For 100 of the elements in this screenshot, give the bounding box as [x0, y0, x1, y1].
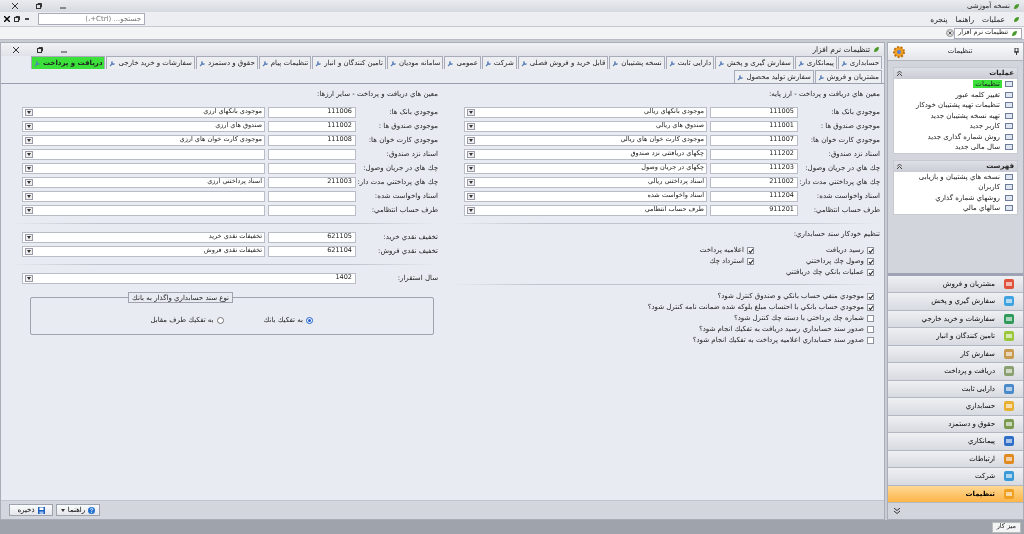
collapse-icon[interactable]	[897, 71, 902, 76]
wrench-icon	[389, 59, 397, 67]
pin-icon[interactable]	[1014, 48, 1019, 55]
dropdown-button[interactable]	[467, 150, 475, 158]
radio-dot	[308, 318, 311, 322]
dropdown-button[interactable]	[467, 122, 475, 130]
dropdown-button[interactable]	[25, 206, 33, 214]
wrench-icon	[484, 59, 492, 67]
wrench-icon	[315, 59, 323, 67]
close-icon[interactable]	[13, 46, 19, 53]
app-icon	[1003, 347, 1015, 360]
dropdown-button[interactable]	[25, 192, 33, 200]
caret-icon	[469, 152, 473, 156]
close-icon[interactable]	[4, 16, 10, 22]
app-icon	[1003, 487, 1015, 500]
caret-icon	[27, 152, 31, 156]
app-icon	[1003, 400, 1015, 413]
app-icon	[1003, 382, 1015, 395]
dropdown-button[interactable]	[25, 122, 33, 130]
caret-icon	[27, 235, 31, 239]
app-icon	[1003, 277, 1015, 290]
wrench-icon	[718, 59, 726, 67]
wrench-icon	[520, 59, 528, 67]
code-field[interactable]	[268, 162, 356, 174]
radio-button[interactable]	[306, 316, 313, 324]
checkbox[interactable]	[867, 304, 874, 311]
app-icon	[1003, 330, 1015, 343]
checkbox[interactable]	[867, 247, 874, 254]
wrench-icon	[33, 59, 41, 67]
checkbox[interactable]	[867, 293, 874, 300]
dropdown-button[interactable]	[467, 108, 475, 116]
wrench-icon	[612, 59, 620, 67]
wrench-icon	[198, 59, 206, 67]
app-icon	[1003, 435, 1015, 448]
caret-icon	[60, 508, 65, 512]
restore-icon[interactable]	[36, 3, 42, 9]
dropdown-button[interactable]	[25, 233, 33, 241]
wrench-icon	[737, 73, 745, 81]
dropdown-button[interactable]	[25, 136, 33, 144]
close-icon[interactable]	[12, 3, 18, 9]
dropdown-button[interactable]	[467, 192, 475, 200]
restore-icon[interactable]	[14, 16, 20, 22]
dropdown-button[interactable]	[25, 178, 33, 186]
leaf-icon	[873, 46, 880, 53]
radio-button[interactable]	[216, 316, 224, 324]
caret-icon	[469, 166, 473, 170]
app-icon	[1003, 295, 1015, 308]
caret-icon	[27, 180, 31, 184]
dropdown-button[interactable]	[467, 206, 475, 214]
app-icon	[1003, 452, 1015, 465]
checkbox[interactable]	[747, 258, 754, 265]
dropdown-button[interactable]	[467, 136, 475, 144]
help-icon	[88, 506, 96, 514]
wrench-icon	[109, 59, 117, 67]
dropdown-button[interactable]	[25, 274, 33, 282]
app-icon	[1003, 417, 1015, 430]
caret-icon	[469, 208, 473, 212]
wrench-icon	[261, 59, 269, 67]
dropdown-button[interactable]	[25, 164, 33, 172]
dropdown-button[interactable]	[25, 247, 33, 255]
wrench-icon	[840, 59, 848, 67]
checkbox[interactable]	[867, 315, 874, 322]
caret-icon	[469, 124, 473, 128]
caret-icon	[469, 180, 473, 184]
dropdown-button[interactable]	[25, 108, 33, 116]
code-field[interactable]	[268, 148, 356, 160]
caret-icon	[27, 194, 31, 198]
dropdown-button[interactable]	[25, 150, 33, 158]
wrench-icon	[447, 59, 455, 67]
checkbox[interactable]	[867, 269, 874, 276]
checkbox[interactable]	[867, 258, 874, 265]
code-field[interactable]	[268, 204, 356, 216]
wrench-icon	[668, 59, 676, 67]
caret-icon	[27, 208, 31, 212]
app-icon	[1003, 312, 1015, 325]
dropdown-button[interactable]	[467, 164, 475, 172]
caret-icon	[27, 124, 31, 128]
close-icon[interactable]	[946, 29, 955, 37]
minimize-icon[interactable]	[24, 16, 30, 22]
caret-icon	[27, 276, 31, 280]
caret-icon	[469, 194, 473, 198]
save-icon	[37, 506, 45, 514]
app-icon	[1003, 470, 1015, 483]
checkbox[interactable]	[867, 337, 874, 344]
caret-icon	[469, 110, 473, 114]
dropdown-button[interactable]	[467, 178, 475, 186]
caret-icon	[27, 166, 31, 170]
gear-icon	[892, 44, 906, 59]
code-field[interactable]	[268, 190, 356, 202]
caret-icon	[27, 110, 31, 114]
caret-icon	[469, 138, 473, 142]
wrench-icon	[797, 59, 805, 67]
checkbox[interactable]	[867, 326, 874, 333]
collapse-icon[interactable]	[897, 163, 902, 169]
restore-icon[interactable]	[37, 46, 43, 53]
wrench-icon	[817, 73, 825, 81]
caret-icon	[27, 138, 31, 142]
checkbox[interactable]	[747, 247, 754, 254]
app-icon	[1003, 365, 1015, 378]
chevron-icon[interactable]	[894, 507, 900, 515]
